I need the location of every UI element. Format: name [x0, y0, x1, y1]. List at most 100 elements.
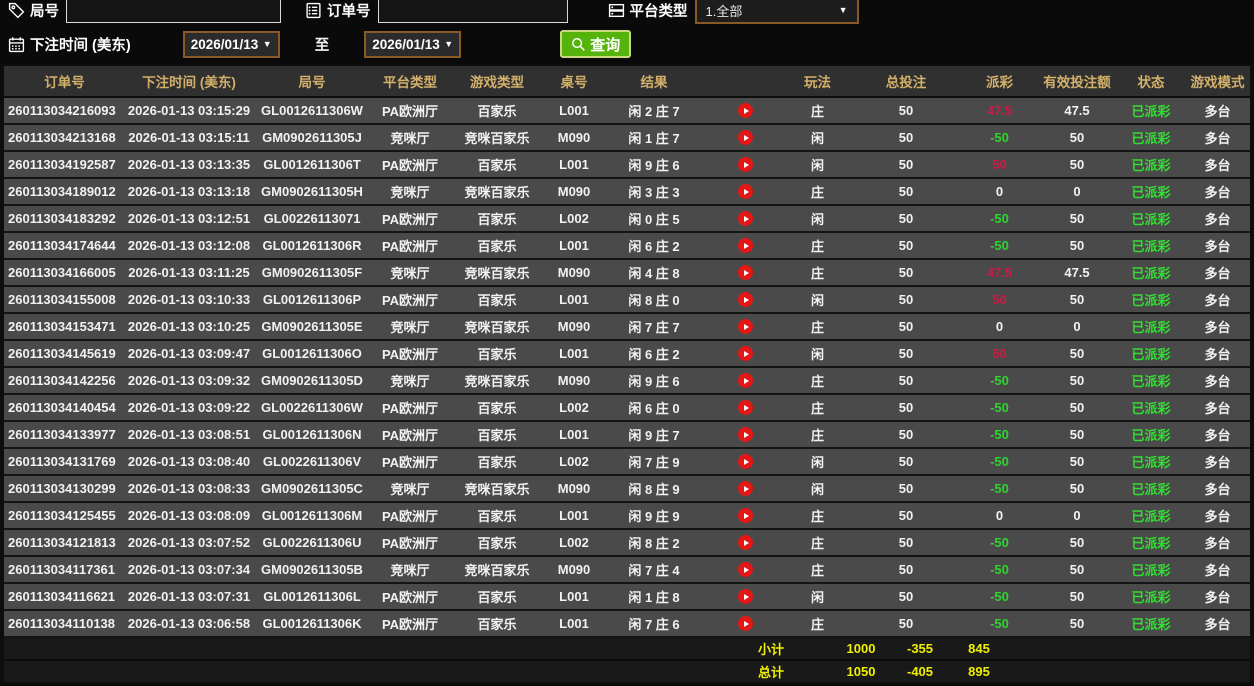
bet-time-cell: 2026-01-13 03:06:58 [127, 616, 251, 631]
status-cell: 已派彩 [1131, 158, 1171, 173]
replay-icon[interactable] [737, 508, 753, 523]
replay-icon[interactable] [737, 589, 753, 604]
status-cell: 已派彩 [1131, 401, 1171, 416]
game-type-cell: 竞咪百家乐 [464, 320, 530, 335]
replay-icon[interactable] [737, 346, 753, 361]
result-cell: 闲 7 庄 6 [628, 617, 680, 632]
game-no-cell: GL0012611306N [262, 427, 362, 442]
filter-bar: 局号 订单号 平台类型 1.全部 ▼ 下注时间 (美东) 2026/01/13 … [0, 0, 1254, 58]
order-no-input[interactable] [377, 0, 568, 23]
date-from-picker[interactable]: 2026/01/13 ▼ [182, 30, 280, 58]
valid-bet-cell: 47.5 [1064, 265, 1090, 280]
game-no-cell: GL0022611306W [261, 400, 363, 415]
total-bet-cell: 50 [898, 508, 914, 523]
replay-icon[interactable] [737, 184, 753, 199]
column-header: 局号 [298, 75, 326, 90]
order-cell: 260113034110138 [8, 616, 116, 631]
subtotal-valid-bet: 845 [968, 641, 990, 656]
replay-icon[interactable] [737, 562, 753, 577]
status-cell: 已派彩 [1131, 293, 1171, 308]
column-header: 桌号 [560, 75, 588, 90]
replay-icon[interactable] [737, 130, 753, 145]
order-cell: 260113034131769 [8, 454, 116, 469]
payout-cell: -50 [990, 130, 1009, 145]
status-cell: 已派彩 [1131, 266, 1171, 281]
result-cell: 闲 6 庄 0 [628, 401, 680, 416]
replay-icon[interactable] [737, 481, 753, 496]
table-row: 260113034110138 2026-01-13 03:06:58 GL0012… [4, 611, 1250, 638]
game-type-cell: 百家乐 [477, 104, 517, 119]
bet-side-cell: 闲 [810, 590, 824, 605]
status-cell: 已派彩 [1131, 374, 1171, 389]
column-header: 订单号 [44, 75, 85, 90]
replay-icon[interactable] [737, 319, 753, 334]
game-type-cell: 百家乐 [477, 428, 517, 443]
bet-side-cell: 闲 [810, 347, 824, 362]
game-no-input[interactable] [66, 0, 281, 23]
payout-cell: 50 [992, 292, 1007, 307]
result-cell: 闲 3 庄 3 [628, 185, 680, 200]
grand-total-label: 总计 [757, 665, 784, 680]
platform-select[interactable]: 1.全部 ▼ [694, 0, 859, 24]
replay-cell [705, 98, 785, 123]
date-to-picker[interactable]: 2026/01/13 ▼ [364, 30, 462, 58]
game-type-cell: 竞咪百家乐 [464, 266, 530, 281]
bet-side-cell: 庄 [810, 239, 824, 254]
bet-side-cell: 庄 [810, 617, 824, 632]
game-mode-cell: 多台 [1204, 509, 1231, 524]
game-type-cell: 竞咪百家乐 [464, 563, 530, 578]
replay-cell [705, 530, 785, 555]
replay-cell [705, 557, 785, 582]
tag-icon [8, 2, 25, 19]
game-no-cell: GM0902611305D [261, 373, 363, 388]
replay-icon[interactable] [737, 616, 753, 631]
replay-icon[interactable] [737, 292, 753, 307]
payout-cell: -50 [990, 211, 1009, 226]
game-no-cell: GL0012611306W [261, 103, 363, 118]
replay-icon[interactable] [737, 454, 753, 469]
replay-icon[interactable] [737, 103, 753, 118]
valid-bet-cell: 50 [1069, 427, 1085, 442]
replay-icon[interactable] [737, 265, 753, 280]
total-bet-cell: 50 [898, 184, 914, 199]
total-bet-cell: 50 [898, 157, 914, 172]
replay-icon[interactable] [737, 157, 753, 172]
status-cell: 已派彩 [1131, 617, 1171, 632]
game-mode-cell: 多台 [1204, 212, 1231, 227]
replay-icon[interactable] [737, 373, 753, 388]
platform-cell: PA欧洲厅 [381, 428, 439, 443]
replay-cell [705, 233, 785, 258]
game-no-cell: GL0012611306O [262, 346, 362, 361]
bet-side-cell: 闲 [810, 158, 824, 173]
bet-time-cell: 2026-01-13 03:08:33 [127, 481, 251, 496]
table-no-cell: L002 [559, 454, 589, 469]
bet-side-cell: 闲 [810, 482, 824, 497]
column-header: 下注时间 (美东) [142, 75, 236, 90]
game-mode-cell: 多台 [1204, 293, 1231, 308]
replay-icon[interactable] [737, 400, 753, 415]
game-mode-cell: 多台 [1204, 104, 1231, 119]
table-row: 260113034133977 2026-01-13 03:08:51 GL0012… [4, 422, 1250, 449]
game-type-cell: 百家乐 [477, 293, 517, 308]
game-mode-cell: 多台 [1204, 617, 1231, 632]
total-bet-cell: 50 [898, 103, 914, 118]
table-no-cell: L002 [559, 535, 589, 550]
result-cell: 闲 9 庄 6 [628, 158, 680, 173]
replay-icon[interactable] [737, 427, 753, 442]
game-mode-cell: 多台 [1204, 401, 1231, 416]
order-cell: 260113034166005 [8, 265, 116, 280]
replay-icon[interactable] [737, 535, 753, 550]
order-cell: 260113034174644 [8, 238, 116, 253]
status-cell: 已派彩 [1131, 347, 1171, 362]
bet-time-cell: 2026-01-13 03:13:18 [127, 184, 251, 199]
total-bet-cell: 50 [898, 562, 914, 577]
replay-icon[interactable] [737, 238, 753, 253]
status-cell: 已派彩 [1131, 239, 1171, 254]
bet-side-cell: 庄 [810, 563, 824, 578]
valid-bet-cell: 50 [1069, 373, 1085, 388]
valid-bet-cell: 50 [1069, 346, 1085, 361]
status-cell: 已派彩 [1131, 320, 1171, 335]
replay-icon[interactable] [737, 211, 753, 226]
platform-cell: 竞咪厅 [390, 185, 430, 200]
search-button[interactable]: 查询 [560, 30, 632, 58]
